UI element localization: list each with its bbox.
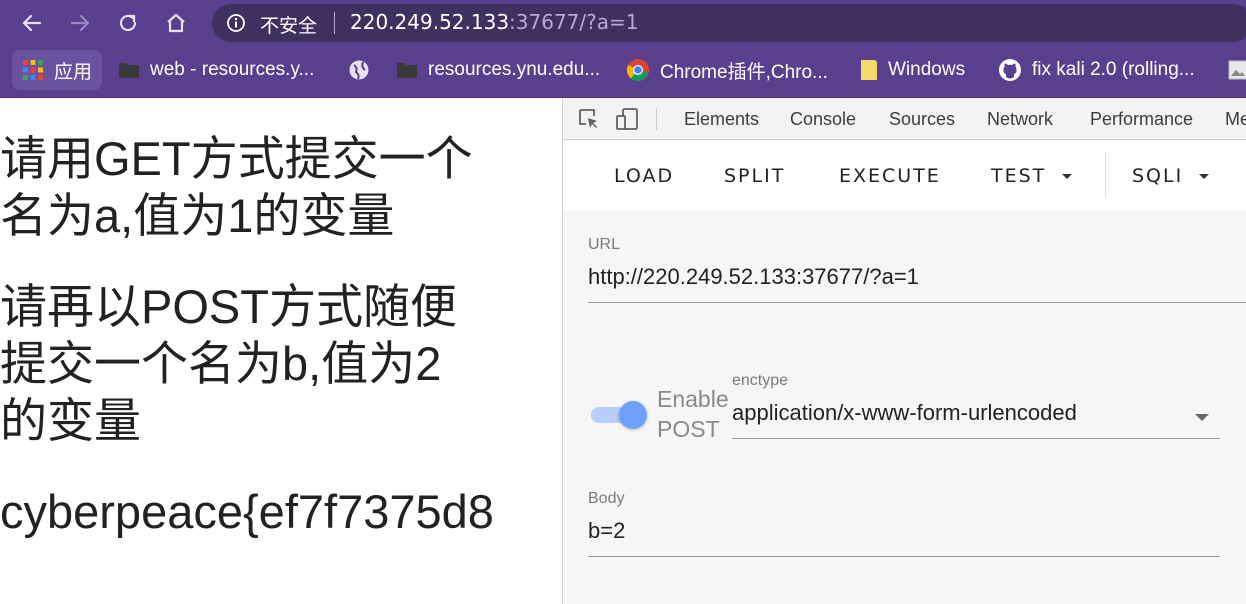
chevron-down-icon — [1062, 173, 1073, 179]
enable-post-label: Enable POST — [657, 384, 729, 444]
sqli-label: SQLI — [1132, 165, 1184, 187]
inspect-element-icon[interactable] — [577, 107, 601, 131]
url-field-label: URL — [588, 236, 621, 253]
url-host: 220.249.52.133 — [350, 10, 510, 34]
bookmark-label: Chrome插件,Chro... — [660, 61, 828, 83]
address-url[interactable]: 220.249.52.133:37677/?a=1 — [350, 10, 639, 34]
enctype-underline — [732, 438, 1220, 439]
instruction-post: 请再以POST方式随便 提交一个名为b,值为2 的变量 — [0, 278, 457, 449]
bookmark-label: fix kali 2.0 (rolling... — [1032, 59, 1195, 80]
execute-button[interactable]: EXECUTE — [839, 165, 941, 187]
bookmark-label: Windows — [888, 59, 966, 80]
bookmark-overflow[interactable] — [1228, 50, 1246, 90]
enctype-label: enctype — [732, 372, 789, 389]
toggle-knob[interactable] — [619, 401, 647, 429]
test-dropdown-button[interactable]: TEST — [991, 165, 1073, 187]
url-input[interactable]: http://220.249.52.133:37677/?a=1 — [588, 264, 919, 290]
home-icon — [167, 13, 185, 33]
bookmark-fix-kali[interactable]: fix kali 2.0 (rolling... — [998, 50, 1195, 90]
bookmark-label: web - resources.y... — [150, 59, 315, 80]
tab-memory[interactable]: Me — [1225, 109, 1246, 130]
github-icon — [999, 59, 1021, 81]
image-bookmark-icon — [1228, 60, 1246, 80]
folder-icon — [397, 63, 417, 78]
url-underline — [588, 302, 1246, 303]
bookmark-windows[interactable]: Windows — [860, 50, 965, 90]
instruction-line: 提交一个名为b,值为2 — [0, 337, 442, 390]
device-toolbar-icon[interactable] — [615, 107, 641, 131]
browser-toolbar: 不安全 220.249.52.133:37677/?a=1 — [0, 0, 1246, 46]
bookmark-web-resources[interactable]: web - resources.y... — [118, 50, 314, 90]
tab-elements[interactable]: Elements — [684, 109, 759, 130]
toolbar-divider — [1105, 152, 1106, 198]
enctype-dropdown-icon[interactable] — [1195, 414, 1209, 421]
body-underline — [588, 556, 1220, 557]
instruction-get: 请用GET方式提交一个 名为a,值为1的变量 — [0, 130, 473, 244]
body-input[interactable]: b=2 — [588, 518, 625, 544]
enctype-select[interactable]: application/x-www-form-urlencoded — [732, 400, 1077, 426]
flag-text: cyberpeace{ef7f7375d8 — [0, 485, 494, 538]
address-separator — [334, 12, 335, 34]
instruction-line: 名为a,值为1的变量 — [0, 189, 395, 242]
reload-icon — [119, 14, 137, 32]
hackbar-form: URL http://220.249.52.133:37677/?a=1 Ena… — [563, 210, 1246, 604]
globe-icon — [349, 60, 369, 80]
tab-sources[interactable]: Sources — [889, 109, 955, 130]
hackbar-toolbar: LOAD SPLIT EXECUTE TEST SQLI — [563, 140, 1246, 210]
address-bar[interactable]: 不安全 220.249.52.133:37677/?a=1 — [212, 4, 1246, 42]
forward-arrow-icon — [70, 14, 90, 32]
sqli-dropdown-button[interactable]: SQLI — [1132, 165, 1210, 187]
enable-post-text: POST — [657, 416, 720, 442]
page-content: 请用GET方式提交一个 名为a,值为1的变量 请再以POST方式随便 提交一个名… — [0, 98, 562, 604]
devtools-tab-bar: Elements Console Sources Network Perform… — [563, 98, 1246, 140]
bookmark-chrome-plugins[interactable]: Chrome插件,Chro... — [626, 50, 828, 90]
test-label: TEST — [991, 165, 1047, 187]
chrome-icon — [626, 59, 649, 81]
folder-icon — [119, 63, 139, 78]
bookmarks-bar: 应用 web - resources.y... resources.ynu.ed… — [0, 46, 1246, 98]
security-status[interactable]: 不安全 — [260, 11, 317, 38]
reload-button[interactable] — [112, 7, 144, 39]
tab-divider — [656, 108, 657, 130]
instruction-line: 请用GET方式提交一个 — [0, 132, 473, 185]
url-path: :37677/?a=1 — [509, 10, 639, 34]
instruction-line: 的变量 — [0, 394, 141, 447]
back-button[interactable] — [16, 7, 48, 39]
forward-button[interactable] — [64, 7, 96, 39]
tab-console[interactable]: Console — [790, 109, 856, 130]
enable-post-text: Enable — [657, 386, 729, 412]
tab-performance[interactable]: Performance — [1090, 109, 1193, 130]
devtools-panel: Elements Console Sources Network Perform… — [562, 98, 1246, 604]
load-button[interactable]: LOAD — [614, 165, 674, 187]
tab-network[interactable]: Network — [987, 109, 1053, 130]
home-button[interactable] — [160, 7, 192, 39]
bookmark-resources-ynu[interactable]: resources.ynu.edu... — [396, 50, 600, 90]
chevron-down-icon — [1199, 173, 1210, 179]
body-field-label: Body — [588, 490, 625, 507]
split-button[interactable]: SPLIT — [724, 165, 785, 187]
info-icon[interactable] — [226, 13, 246, 33]
bookmark-globe[interactable] — [348, 50, 370, 90]
apps-grid-icon — [23, 60, 43, 80]
bookmark-label: 应用 — [54, 61, 93, 83]
bookmark-label: resources.ynu.edu... — [428, 59, 601, 80]
bookmark-apps[interactable]: 应用 — [12, 50, 102, 90]
back-arrow-icon — [22, 14, 42, 32]
bookmark-icon — [861, 60, 877, 80]
instruction-line: 请再以POST方式随便 — [0, 280, 457, 333]
